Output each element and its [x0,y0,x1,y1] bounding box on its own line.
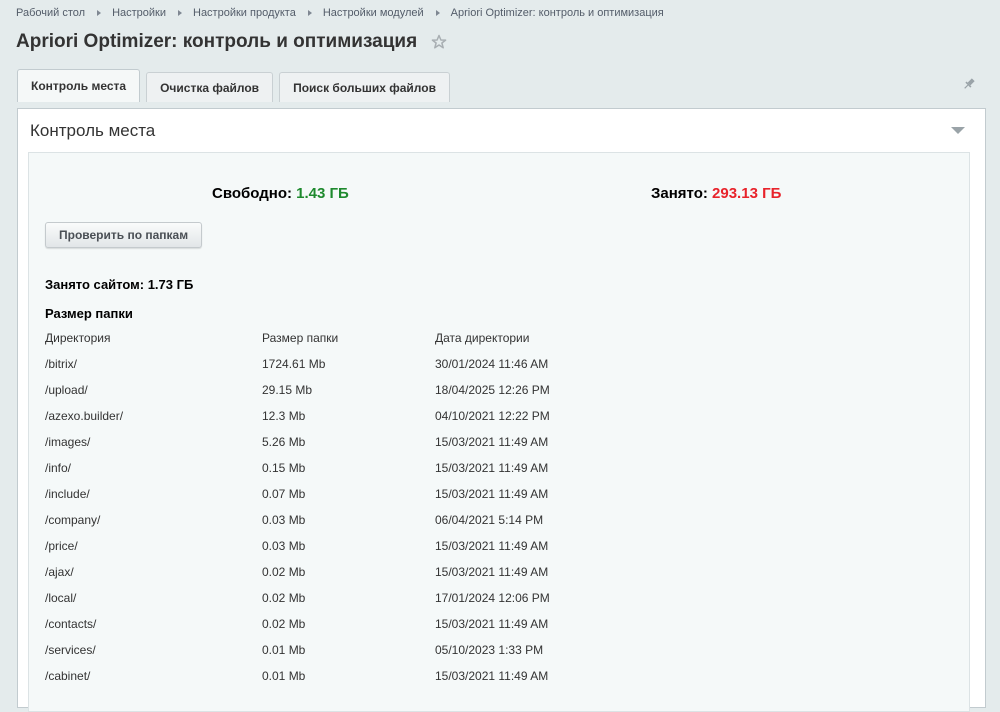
column-header-directory: Директория [45,331,111,345]
check-folders-button[interactable]: Проверить по папкам [45,222,203,248]
table-row: /ajax/0.02 Mb 15/03/2021 11:49 AM [45,559,635,585]
directory-table: Директория Размер папки Дата директории … [45,325,635,689]
cell-directory: /company/ [45,513,101,527]
pin-icon[interactable] [962,77,976,91]
cell-folder-size: 0.03 Mb [262,539,306,553]
collapse-icon[interactable] [951,127,965,134]
free-space: Свободно: 1.43 ГБ [212,185,349,202]
cell-folder-size: 0.03 Mb [262,513,306,527]
free-space-value: 1.43 ГБ [296,185,349,202]
cell-folder-size: 0.15 Mb [262,461,306,475]
cell-directory-date: 15/03/2021 11:49 AM [435,617,549,631]
breadcrumb-separator-icon [178,10,182,16]
breadcrumb-item-module-settings[interactable]: Настройки модулей [323,7,424,19]
column-header-directory-date: Дата директории [435,331,530,345]
cell-directory-date: 15/03/2021 11:49 AM [435,565,549,579]
breadcrumb-separator-icon [97,10,102,16]
tab-large-file-search[interactable]: Поиск больших файлов [279,72,450,102]
table-row: /local/0.02 Mb 17/01/2024 12:06 PM [45,585,635,611]
site-used-total: Занято сайтом: 1.73 ГБ [45,277,194,292]
tab-file-cleanup[interactable]: Очистка файлов [146,72,274,102]
cell-directory: /cabinet/ [45,669,91,683]
cell-directory: /services/ [45,643,96,657]
page-title: Apriori Optimizer: контроль и оптимизаци… [16,31,418,52]
cell-folder-size: 29.15 Mb [262,383,313,397]
cell-directory: /info/ [45,461,72,475]
cell-directory-date: 15/03/2021 11:49 AM [435,487,549,501]
cell-directory-date: 15/03/2021 11:49 AM [435,435,549,449]
cell-folder-size: 5.26 Mb [262,435,306,449]
table-row: /images/5.26 Mb 15/03/2021 11:49 AM [45,429,635,455]
cell-folder-size: 0.01 Mb [262,643,306,657]
breadcrumb-item-current[interactable]: Apriori Optimizer: контроль и оптимизаци… [451,7,664,19]
cell-directory: /ajax/ [45,565,74,579]
cell-directory-date: 17/01/2024 12:06 PM [435,591,550,605]
title-row: Apriori Optimizer: контроль и оптимизаци… [16,31,447,53]
cell-directory-date: 05/10/2023 1:33 PM [435,643,544,657]
column-header-folder-size: Размер папки [262,331,339,345]
cell-folder-size: 1724.61 Mb [262,357,326,371]
cell-directory: /upload/ [45,383,88,397]
cell-directory: /azexo.builder/ [45,409,124,423]
used-space: Занято: 293.13 ГБ [651,185,781,202]
breadcrumb-item-desktop[interactable]: Рабочий стол [16,7,85,19]
table-row: /info/0.15 Mb 15/03/2021 11:49 AM [45,455,635,481]
breadcrumb-item-product-settings[interactable]: Настройки продукта [193,7,296,19]
table-row: /services/0.01 Mb 05/10/2023 1:33 PM [45,637,635,663]
cell-folder-size: 0.07 Mb [262,487,306,501]
star-icon[interactable] [431,34,447,50]
breadcrumb-separator-icon [435,10,440,16]
cell-directory-date: 15/03/2021 11:49 AM [435,461,549,475]
table-row: /upload/29.15 Mb 18/04/2025 12:26 PM [45,377,635,403]
space-control-area: Свободно: 1.43 ГБ Занято: 293.13 ГБ Пров… [28,152,970,712]
cell-directory-date: 18/04/2025 12:26 PM [435,383,550,397]
cell-directory: /local/ [45,591,77,605]
cell-folder-size: 0.02 Mb [262,617,306,631]
breadcrumb: Рабочий стол Настройки Настройки продукт… [16,7,664,19]
table-row: /include/0.07 Mb 15/03/2021 11:49 AM [45,481,635,507]
table-row: /contacts/0.02 Mb 15/03/2021 11:49 AM [45,611,635,637]
cell-folder-size: 0.02 Mb [262,565,306,579]
table-header-row: Директория Размер папки Дата директории [45,325,635,351]
table-row: /company/0.03 Mb 06/04/2021 5:14 PM [45,507,635,533]
cell-directory-date: 06/04/2021 5:14 PM [435,513,544,527]
cell-directory: /images/ [45,435,91,449]
breadcrumb-separator-icon [307,10,312,16]
cell-directory-date: 30/01/2024 11:46 AM [435,357,549,371]
folder-size-heading: Размер папки [45,306,133,321]
tab-bar: Контроль места Очистка файлов Поиск боль… [17,69,456,102]
free-space-label: Свободно: [212,185,292,202]
table-row: /cabinet/0.01 Mb 15/03/2021 11:49 AM [45,663,635,689]
cell-directory: /bitrix/ [45,357,78,371]
cell-directory: /include/ [45,487,90,501]
breadcrumb-item-settings[interactable]: Настройки [112,7,166,19]
section-title: Контроль места [30,121,156,140]
cell-directory: /contacts/ [45,617,97,631]
cell-directory-date: 15/03/2021 11:49 AM [435,539,549,553]
cell-folder-size: 0.01 Mb [262,669,306,683]
used-space-value: 293.13 ГБ [712,185,782,202]
cell-folder-size: 0.02 Mb [262,591,306,605]
table-row: /price/0.03 Mb 15/03/2021 11:49 AM [45,533,635,559]
cell-folder-size: 12.3 Mb [262,409,306,423]
cell-directory-date: 04/10/2021 12:22 PM [435,409,550,423]
table-row: /azexo.builder/12.3 Mb 04/10/2021 12:22 P… [45,403,635,429]
cell-directory-date: 15/03/2021 11:49 AM [435,669,549,683]
tab-space-control[interactable]: Контроль места [17,69,141,102]
table-row: /bitrix/1724.61 Mb 30/01/2024 11:46 AM [45,351,635,377]
cell-directory: /price/ [45,539,78,553]
used-space-label: Занято: [651,185,708,202]
content-panel: Контроль места Свободно: 1.43 ГБ Занято:… [17,108,986,712]
